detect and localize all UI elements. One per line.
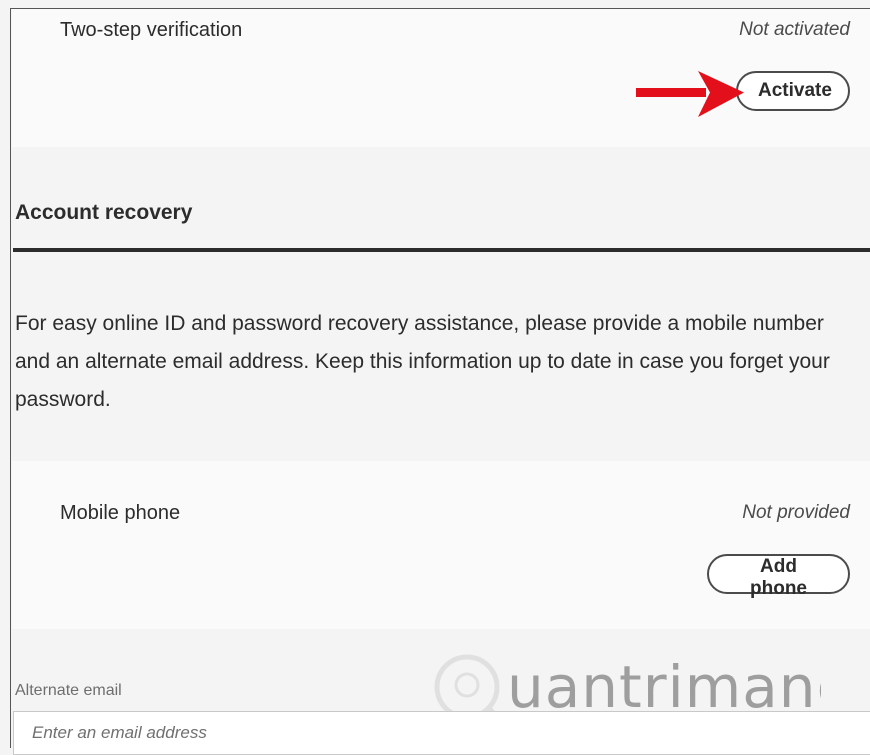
two-step-label: Two-step verification — [60, 19, 243, 41]
alternate-email-label: Alternate email — [15, 682, 122, 699]
account-recovery-description: For easy online ID and password recovery… — [15, 312, 830, 411]
watermark-bulb-icon — [454, 672, 480, 698]
mobile-phone-status: Not provided — [742, 502, 850, 523]
arrow-shaft — [636, 88, 706, 97]
mobile-phone-label: Mobile phone — [60, 502, 181, 524]
alternate-email-input[interactable] — [13, 711, 870, 755]
account-security-panel: Two-step verification Not activated Acti… — [10, 8, 870, 755]
account-recovery-title: Account recovery — [15, 201, 193, 224]
two-step-status: Not activated — [739, 19, 850, 40]
section-divider — [13, 248, 870, 252]
add-phone-button[interactable]: Add phone — [707, 554, 850, 599]
red-arrow-annotation — [636, 71, 744, 117]
mobile-phone-card: Mobile phone Not provided Add phone — [12, 461, 870, 629]
activate-button[interactable]: Activate — [736, 71, 850, 111]
watermark-ring — [434, 654, 500, 720]
